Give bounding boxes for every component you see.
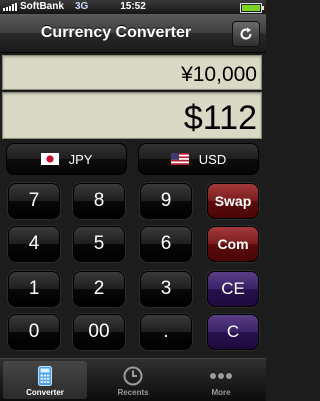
key-5[interactable]: 5 <box>73 226 125 262</box>
battery-icon <box>240 3 264 13</box>
key-6[interactable]: 6 <box>140 226 192 262</box>
source-amount-display: ¥10,000 <box>2 55 262 90</box>
to-currency-button[interactable]: USD <box>138 143 259 175</box>
tab-converter-label: Converter <box>26 388 64 397</box>
refresh-icon <box>240 27 252 40</box>
key-00[interactable]: 00 <box>73 314 125 350</box>
key-9[interactable]: 9 <box>140 183 192 219</box>
key-3[interactable]: 3 <box>140 271 192 307</box>
tab-converter[interactable]: Converter <box>3 361 87 399</box>
swap-button[interactable]: Swap <box>207 183 259 219</box>
refresh-button[interactable] <box>232 21 260 47</box>
key-7[interactable]: 7 <box>8 183 60 219</box>
us-flag-icon <box>170 153 189 165</box>
clear-entry-button[interactable]: CE <box>207 271 259 307</box>
clear-button[interactable]: C <box>207 314 259 350</box>
key-4[interactable]: 4 <box>8 226 60 262</box>
navigation-bar: Currency Converter <box>0 14 266 53</box>
tab-more[interactable]: More <box>179 361 263 399</box>
tab-bar: Converter Recents More <box>0 358 266 401</box>
calculator-icon <box>38 366 52 386</box>
from-currency-button[interactable]: JPY <box>6 143 127 175</box>
clock-icon <box>123 366 143 386</box>
key-0[interactable]: 0 <box>8 314 60 350</box>
tab-recents-label: Recents <box>117 388 149 397</box>
from-currency-code: JPY <box>68 151 93 167</box>
page-title: Currency Converter <box>40 24 192 41</box>
to-currency-code: USD <box>198 151 227 167</box>
converted-amount-display: $112 <box>2 92 262 139</box>
tab-recents[interactable]: Recents <box>91 361 175 399</box>
key-decimal[interactable]: . <box>140 314 192 350</box>
key-2[interactable]: 2 <box>73 271 125 307</box>
status-time: 15:52 <box>120 1 146 12</box>
japan-flag-icon <box>40 153 59 165</box>
key-8[interactable]: 8 <box>73 183 125 219</box>
more-dots-icon <box>210 373 232 379</box>
com-button[interactable]: Com <box>207 226 259 262</box>
status-bar: SoftBank 3G 15:52 <box>0 0 266 14</box>
key-1[interactable]: 1 <box>8 271 60 307</box>
tab-more-label: More <box>211 388 231 397</box>
